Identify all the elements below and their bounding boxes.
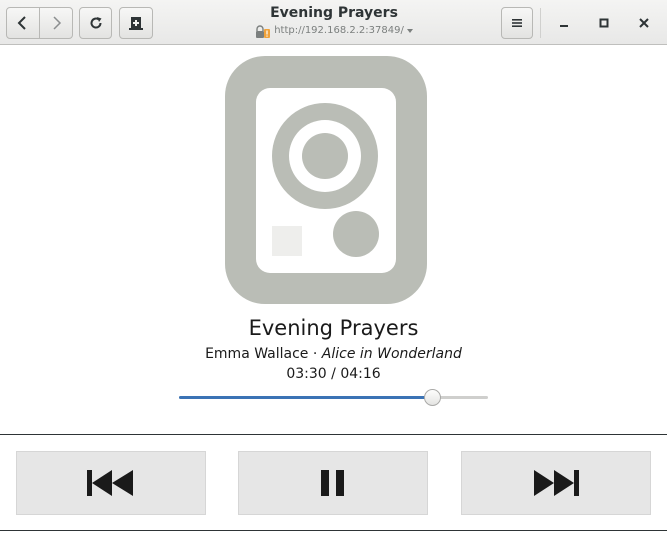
speaker-woofer: [333, 211, 379, 257]
previous-track-button[interactable]: [16, 451, 206, 515]
back-button[interactable]: [7, 8, 39, 38]
skip-previous-icon: [87, 470, 133, 496]
seek-slider-handle[interactable]: [423, 389, 441, 406]
album-name: Alice in Wonderland: [321, 346, 462, 362]
artist-album-separator: ·: [308, 346, 322, 362]
close-button[interactable]: [629, 8, 659, 38]
forward-button[interactable]: [39, 8, 72, 38]
minimize-icon: [560, 25, 568, 27]
maximize-button[interactable]: [589, 8, 619, 38]
go-forward-icon: [53, 16, 62, 30]
audio-speaker-icon: [225, 56, 427, 304]
time-separator: /: [326, 366, 341, 382]
window-title: Evening Prayers: [270, 5, 398, 21]
title-area: Evening Prayers http://192.168.2.2:37849…: [200, 5, 468, 39]
pause-icon: [321, 470, 344, 496]
url-text: http://192.168.2.2:37849/: [274, 25, 404, 36]
reload-button[interactable]: [79, 7, 112, 39]
header-separator: [540, 8, 541, 38]
pause-button[interactable]: [238, 451, 428, 515]
artist-name: Emma Wallace: [205, 346, 309, 362]
navigation-button-group: [6, 7, 73, 39]
controls-bottom-divider: [0, 530, 667, 531]
seek-slider-fill: [179, 396, 433, 399]
maximize-icon: [599, 18, 609, 28]
reload-icon: [90, 17, 102, 29]
go-back-icon: [17, 16, 26, 30]
time-readout: 03:30 / 04:16: [0, 365, 667, 383]
seek-slider[interactable]: [179, 388, 488, 408]
new-tab-button[interactable]: [119, 7, 153, 39]
insecure-lock-icon: [256, 24, 271, 38]
new-tab-icon: [129, 17, 143, 30]
address-line[interactable]: http://192.168.2.2:37849/: [200, 23, 468, 39]
hamburger-menu-icon: [512, 19, 522, 27]
speaker-square: [272, 226, 302, 256]
speaker-tweeter-cone: [302, 133, 348, 179]
artist-album-line: Emma Wallace · Alice in Wonderland: [0, 345, 667, 363]
menu-button[interactable]: [501, 7, 533, 39]
skip-next-icon: [534, 470, 579, 496]
minimize-button[interactable]: [549, 8, 579, 38]
elapsed-time: 03:30: [286, 366, 327, 382]
close-icon: [639, 18, 649, 28]
next-track-button[interactable]: [461, 451, 651, 515]
url-dropdown-icon: [406, 29, 413, 33]
track-title: Evening Prayers: [248, 316, 419, 340]
controls-top-divider: [0, 434, 667, 435]
header-bar: Evening Prayers http://192.168.2.2:37849…: [0, 0, 667, 45]
total-time: 04:16: [340, 366, 381, 382]
